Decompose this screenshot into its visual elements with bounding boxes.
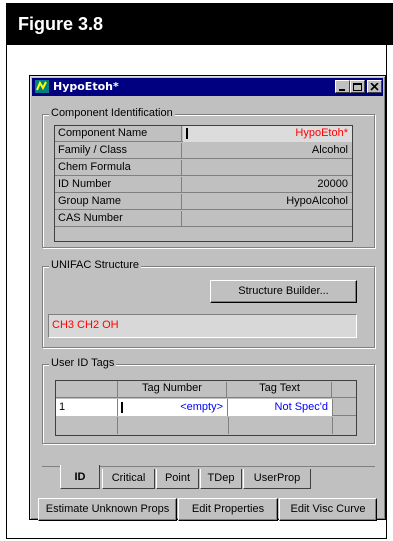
- component-name-value[interactable]: HypoEtoh*: [183, 126, 352, 142]
- group-name-value[interactable]: HypoAlcohol: [183, 194, 352, 210]
- minimize-icon: [339, 89, 345, 91]
- user-id-tags-group: User ID Tags Tag Number Tag Text 1 <empt…: [42, 357, 375, 444]
- tab-point[interactable]: Point: [156, 469, 199, 489]
- cas-number-value[interactable]: [183, 211, 352, 227]
- component-name-row[interactable]: Component Name HypoEtoh*: [55, 126, 352, 142]
- close-icon: [370, 83, 379, 91]
- empty-row-cell[interactable]: [228, 417, 333, 434]
- unifac-structure-field[interactable]: CH3 CH2 OH: [48, 314, 357, 338]
- figure-header: Figure 3.8: [6, 3, 393, 45]
- component-identification-label: Component Identification: [49, 107, 175, 119]
- minimize-button[interactable]: [335, 80, 350, 93]
- tab-userprop[interactable]: UserProp: [243, 469, 311, 489]
- group-name-row[interactable]: Group Name HypoAlcohol: [55, 194, 352, 210]
- estimate-unknown-props-button[interactable]: Estimate Unknown Props: [38, 498, 177, 521]
- id-number-value[interactable]: 20000: [183, 177, 352, 193]
- component-id-grid: Component Name HypoEtoh* Family / Class …: [54, 125, 353, 242]
- hypo-component-icon: [35, 80, 49, 93]
- group-name-label: Group Name: [55, 194, 182, 210]
- tag-number-value: <empty>: [180, 401, 223, 413]
- user-tags-grid: Tag Number Tag Text 1 <empty> Not Spec'd: [55, 380, 357, 436]
- structure-builder-button[interactable]: Structure Builder...: [210, 280, 357, 303]
- maximize-icon: [353, 83, 362, 91]
- component-name-text: HypoEtoh*: [295, 127, 348, 139]
- unifac-structure-text: CH3 CH2 OH: [52, 319, 119, 331]
- id-number-label: ID Number: [55, 177, 182, 193]
- user-tags-header-row: Tag Number Tag Text: [56, 381, 356, 398]
- chem-formula-value[interactable]: [183, 160, 352, 176]
- edit-cursor: [186, 128, 188, 139]
- tab-critical[interactable]: Critical: [102, 469, 155, 489]
- edit-visc-curve-button[interactable]: Edit Visc Curve: [279, 498, 377, 521]
- tab-tdep[interactable]: TDep: [200, 469, 242, 489]
- tag-number-cell[interactable]: <empty>: [118, 399, 228, 416]
- edit-cursor: [121, 402, 123, 413]
- figure-label: Figure 3.8: [18, 14, 104, 34]
- user-tag-row-index: 1: [56, 399, 118, 416]
- window-title: HypoEtoh*: [53, 80, 119, 93]
- family-class-row[interactable]: Family / Class Alcohol: [55, 143, 352, 159]
- tab-id[interactable]: ID: [60, 465, 100, 489]
- tag-number-header[interactable]: Tag Number: [118, 382, 227, 397]
- unifac-structure-group: UNIFAC Structure Structure Builder... CH…: [42, 259, 375, 348]
- unifac-structure-label: UNIFAC Structure: [49, 259, 142, 271]
- user-tag-empty-row[interactable]: [56, 417, 356, 434]
- hypo-component-window: HypoEtoh* Component Identification Compo…: [29, 75, 386, 521]
- tag-text-header[interactable]: Tag Text: [228, 382, 332, 397]
- tag-text-cell[interactable]: Not Spec'd: [228, 399, 333, 416]
- family-class-label: Family / Class: [55, 143, 182, 159]
- maximize-button[interactable]: [350, 80, 365, 93]
- component-identification-group: Component Identification Component Name …: [42, 107, 375, 248]
- title-bar[interactable]: HypoEtoh*: [32, 78, 383, 96]
- empty-row-index: [56, 417, 118, 434]
- cas-number-label: CAS Number: [55, 211, 182, 227]
- user-tag-row[interactable]: 1 <empty> Not Spec'd: [56, 399, 356, 416]
- family-class-value[interactable]: Alcohol: [183, 143, 352, 159]
- user-id-tags-label: User ID Tags: [49, 357, 117, 369]
- component-name-label: Component Name: [55, 126, 182, 142]
- close-button[interactable]: [367, 80, 382, 93]
- chem-formula-label: Chem Formula: [55, 160, 182, 176]
- row-header-corner: [56, 381, 118, 397]
- chem-formula-row[interactable]: Chem Formula: [55, 160, 352, 176]
- cas-number-row[interactable]: CAS Number: [55, 211, 352, 227]
- id-number-row[interactable]: ID Number 20000: [55, 177, 352, 193]
- edit-properties-button[interactable]: Edit Properties: [178, 498, 278, 521]
